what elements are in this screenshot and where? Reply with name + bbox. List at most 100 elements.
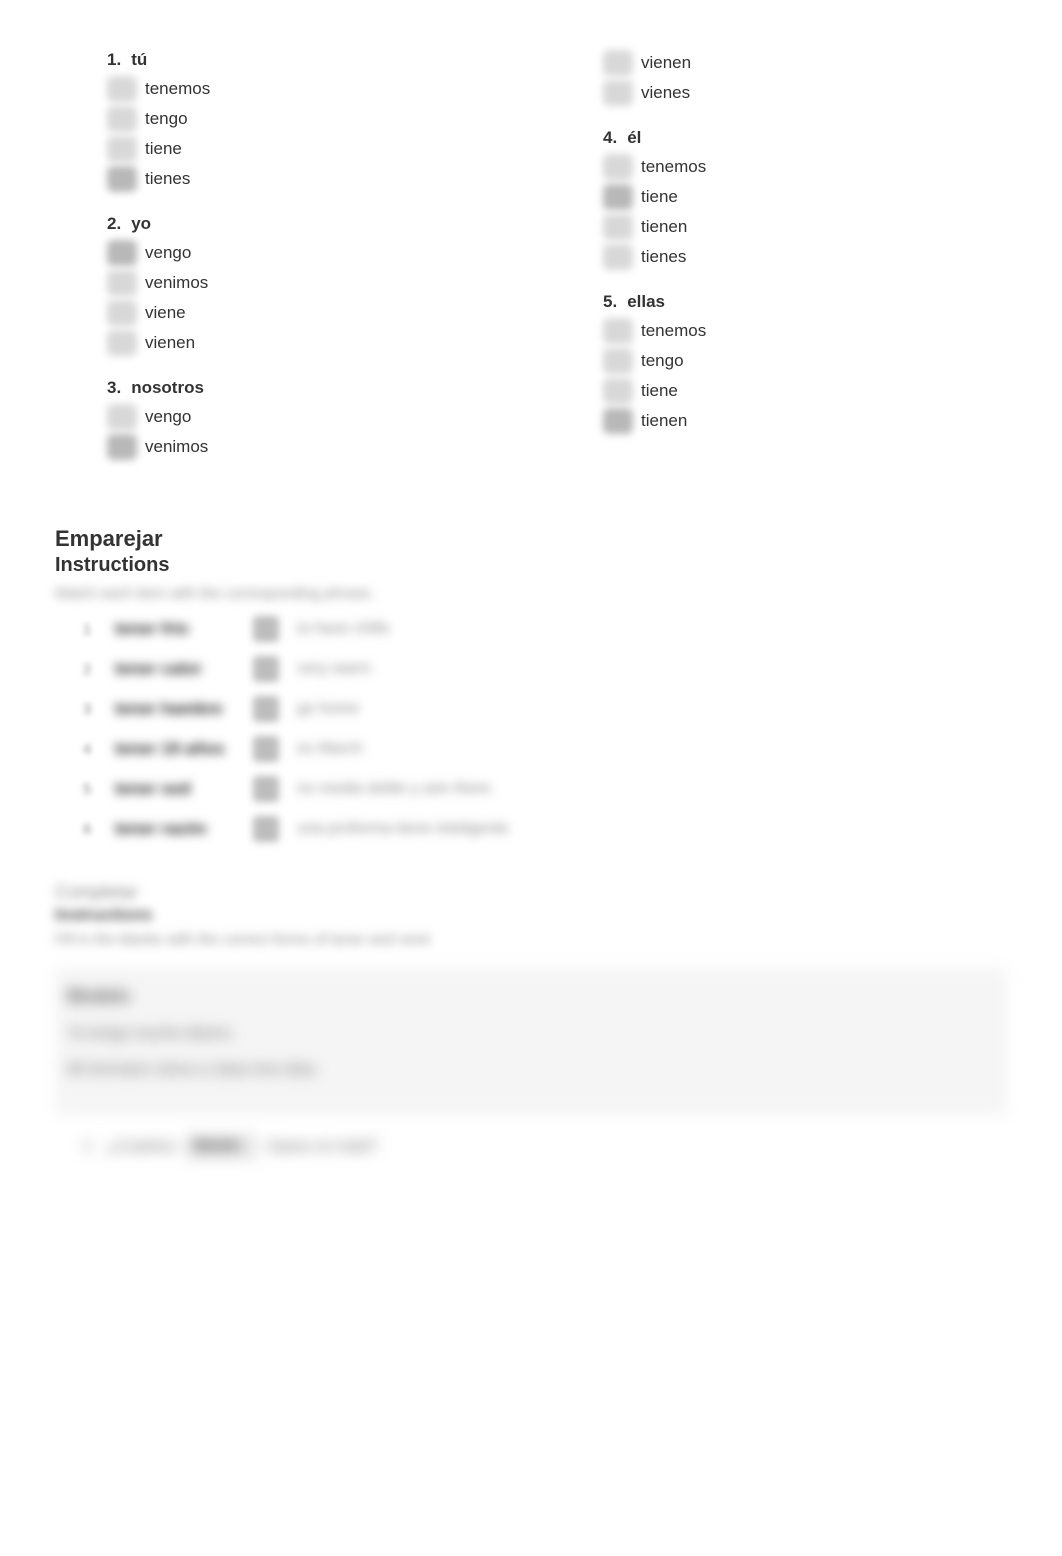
match-definition: una proforma tiene inteligente: [297, 820, 509, 838]
option-label: tenemos: [641, 321, 706, 341]
completar-subtitle: Instructions: [55, 905, 1007, 925]
fill-after-text: clases en total?: [266, 1138, 377, 1156]
answer-option[interactable]: venimos: [55, 270, 511, 296]
match-term: tener sed: [115, 779, 235, 799]
answer-option[interactable]: tengo: [551, 348, 1007, 374]
radio-icon[interactable]: [603, 50, 633, 76]
answer-option[interactable]: vienes: [551, 80, 1007, 106]
match-dropdown[interactable]: [253, 736, 279, 762]
question-prompt: nosotros: [131, 378, 204, 398]
option-label: vienen: [641, 53, 691, 73]
match-number: 6: [83, 821, 97, 838]
match-definition: to have chills: [297, 620, 390, 638]
question-number: 1.: [107, 50, 121, 70]
match-dropdown[interactable]: [253, 616, 279, 642]
model-line-2: Mi hermano viene a clase tres días.: [67, 1061, 995, 1079]
answer-option[interactable]: tenemos: [55, 76, 511, 102]
answer-option[interactable]: tienes: [551, 244, 1007, 270]
match-number: 5: [83, 781, 97, 798]
radio-icon[interactable]: [107, 166, 137, 192]
answer-option[interactable]: tenemos: [551, 154, 1007, 180]
match-dropdown[interactable]: [253, 776, 279, 802]
match-term: tener hambre: [115, 699, 235, 719]
fill-item: 1 ¿Cuántos tienen clases en total?: [55, 1135, 1007, 1159]
answer-option[interactable]: tienen: [551, 214, 1007, 240]
radio-icon[interactable]: [107, 76, 137, 102]
match-term: tener calor: [115, 659, 235, 679]
answer-option[interactable]: tengo: [55, 106, 511, 132]
question: 5.ellastenemostengotienetienen: [551, 292, 1007, 434]
option-label: viene: [145, 303, 186, 323]
option-label: venimos: [145, 437, 208, 457]
emparejar-subtitle: Instructions: [55, 554, 1007, 577]
radio-icon[interactable]: [603, 154, 633, 180]
radio-icon[interactable]: [107, 330, 137, 356]
question-number: 2.: [107, 214, 121, 234]
radio-icon[interactable]: [107, 240, 137, 266]
answer-option[interactable]: tenemos: [551, 318, 1007, 344]
radio-icon[interactable]: [603, 184, 633, 210]
question-number: 4.: [603, 128, 617, 148]
option-label: tienen: [641, 411, 687, 431]
match-term: tener razón: [115, 819, 235, 839]
answer-option[interactable]: vengo: [55, 240, 511, 266]
option-label: tienes: [641, 247, 686, 267]
option-label: vienes: [641, 83, 690, 103]
option-label: tengo: [145, 109, 188, 129]
question: 2.yovengovenimosvienevienen: [55, 214, 511, 356]
option-label: tienes: [145, 169, 190, 189]
emparejar-title: Emparejar: [55, 526, 1007, 552]
radio-icon[interactable]: [603, 408, 633, 434]
match-row: 6 tener razón una proforma tiene inteligen…: [55, 816, 1007, 842]
question-number: 3.: [107, 378, 121, 398]
option-label: tenemos: [145, 79, 210, 99]
radio-icon[interactable]: [107, 300, 137, 326]
radio-icon[interactable]: [603, 348, 633, 374]
answer-option[interactable]: vienen: [55, 330, 511, 356]
match-dropdown[interactable]: [253, 656, 279, 682]
option-label: tiene: [641, 381, 678, 401]
completar-instructions: Fill in the blanks with the correct form…: [55, 931, 1007, 948]
radio-icon[interactable]: [603, 244, 633, 270]
radio-icon[interactable]: [603, 378, 633, 404]
radio-icon[interactable]: [107, 106, 137, 132]
radio-icon[interactable]: [107, 136, 137, 162]
option-label: vienen: [145, 333, 195, 353]
radio-icon[interactable]: [107, 404, 137, 430]
match-term: tener 19 años: [115, 739, 235, 759]
option-label: venimos: [145, 273, 208, 293]
answer-option[interactable]: venimos: [55, 434, 511, 460]
match-dropdown[interactable]: [253, 696, 279, 722]
model-box: Modelo Yo tengo mucho dinero. Mi hermano…: [55, 968, 1007, 1115]
option-label: tienen: [641, 217, 687, 237]
radio-icon[interactable]: [603, 318, 633, 344]
match-number: 2: [83, 661, 97, 678]
model-label: Modelo: [67, 986, 995, 1007]
radio-icon[interactable]: [107, 270, 137, 296]
radio-icon[interactable]: [107, 434, 137, 460]
answer-option[interactable]: viene: [55, 300, 511, 326]
option-label: vengo: [145, 243, 191, 263]
fill-before-text: ¿Cuántos: [107, 1138, 176, 1156]
answer-option[interactable]: tiene: [551, 184, 1007, 210]
radio-icon[interactable]: [603, 214, 633, 240]
answer-option[interactable]: vienen: [551, 50, 1007, 76]
question-prompt: tú: [131, 50, 147, 70]
answer-option[interactable]: tiene: [551, 378, 1007, 404]
question: 3. nosotros vengo venimos: [55, 378, 511, 460]
question-number: 5.: [603, 292, 617, 312]
answer-option[interactable]: tienen: [551, 408, 1007, 434]
answer-option[interactable]: tiene: [55, 136, 511, 162]
option-label: tenemos: [641, 157, 706, 177]
emparejar-instructions: Match each item with the corresponding p…: [55, 585, 1007, 602]
radio-icon[interactable]: [603, 80, 633, 106]
fill-blank-input[interactable]: tienen: [186, 1135, 256, 1159]
option-label: vengo: [145, 407, 191, 427]
match-number: 1: [83, 621, 97, 638]
match-term: tener frío: [115, 619, 235, 639]
match-definition: go home: [297, 700, 359, 718]
match-dropdown[interactable]: [253, 816, 279, 842]
answer-option[interactable]: tienes: [55, 166, 511, 192]
emparejar-section: Emparejar Instructions Match each item w…: [55, 526, 1007, 842]
answer-option[interactable]: vengo: [55, 404, 511, 430]
